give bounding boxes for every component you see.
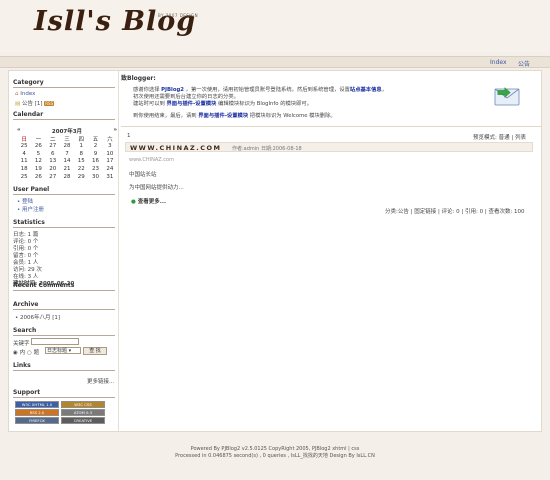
page-footer: Powered By PJBlog2 v2.5.0125 CopyRight 2… [0, 446, 550, 459]
nav-bar: Index 公告 [0, 56, 550, 68]
search-select[interactable]: 日志标题 ▾ [45, 347, 81, 354]
calendar-week-5: 25 26 27 28 29 30 31 [20, 173, 114, 180]
support-badge-xhtml[interactable]: W3C XHTML 1.0 [15, 401, 59, 408]
more-links[interactable]: 更多链接... [87, 377, 114, 385]
archive-item[interactable]: • 2006年八月 [1] [15, 313, 60, 321]
category-item-notice[interactable]: ▤ 公告 [1] RSS [15, 99, 55, 107]
links-title: Links [13, 362, 115, 371]
rss-badge[interactable]: RSS [44, 101, 55, 106]
main-container: Category ⌂ Index ▤ 公告 [1] RSS Calendar «… [8, 70, 542, 432]
post-footer: 分类:公告 | 固定链接 | 评论: 0 | 引用: 0 | 查看次数: 100 [385, 209, 525, 215]
archive-title: Archive [13, 301, 115, 310]
support-badge-atom[interactable]: ATOM 0.3 [61, 409, 105, 416]
header: Isll's Blog BY 2007 DESIGN [0, 0, 550, 52]
search-input[interactable] [31, 338, 79, 345]
recent-comments-title: Recent Comments [13, 282, 115, 291]
category-item-index[interactable]: ⌂ Index [15, 91, 35, 97]
module-settings-link-2[interactable]: 界面与插件-设置模块 [198, 113, 248, 119]
support-badge-rss[interactable]: RSS 2.0 [15, 409, 59, 416]
notice-line-4: 到你使用结束，最后，请到 界面与插件-设置模块 把模块标识为 Welcome 模… [133, 113, 336, 119]
folder-icon: ▤ [15, 101, 21, 107]
calendar-month: 2007年3月 [51, 129, 83, 135]
calendar-week-2: 4 5 6 7 8 9 10 [22, 150, 114, 157]
login-link[interactable]: • 登陆 [17, 197, 33, 205]
search-button[interactable]: 查 找 [83, 347, 107, 355]
calendar-weekdays: 日 一 二 三 四 五 六 [21, 137, 113, 143]
notice-title: 致Blogger: [121, 75, 156, 82]
support-badge-creative[interactable]: CREATIVE [61, 417, 105, 424]
search-label: 关键字 [13, 341, 30, 347]
category-title: Category [13, 79, 115, 88]
sidebar: Category ⌂ Index ▤ 公告 [1] RSS Calendar «… [9, 71, 119, 431]
calendar-week-4: 18 19 20 21 22 23 24 [20, 166, 114, 173]
notice-line-3: 建站时可以到 界面与插件-设置模块 编辑模块标识为 BlogInfo 的模块即可… [133, 101, 312, 107]
userpanel-title: User Panel [13, 186, 115, 195]
post-line-1: 中国站长站 [129, 172, 157, 178]
post-line-2: 为中国网站提供动力... [129, 185, 184, 191]
module-settings-link-1[interactable]: 界面与插件-设置模块 [166, 101, 216, 107]
post-title-bar: WWW.CHINAZ.COM 作者:admin 日期:2006-08-18 [125, 142, 533, 152]
post-url: www.CHINAZ.com [129, 157, 174, 163]
site-logo[interactable]: Isll's Blog [34, 6, 196, 37]
calendar-next-button[interactable]: » [113, 127, 117, 133]
nav-notice[interactable]: 公告 [518, 59, 530, 68]
content-divider [121, 126, 541, 127]
post-meta: 作者:admin 日期:2006-08-18 [232, 146, 302, 152]
statistics-title: Statistics [13, 219, 115, 228]
support-badge-css[interactable]: W3C CSS [61, 401, 105, 408]
logo-subtitle: BY 2007 DESIGN [158, 13, 199, 18]
content-area: 致Blogger: 感谢你选择 PJBlog2 ，第一次使用，请用初始管理员账号… [121, 71, 541, 431]
calendar: « 2007年3月 » 日 一 二 三 四 五 六 25 26 27 28 1 2 3 45… [17, 127, 117, 182]
search-title: Search [13, 327, 115, 336]
search-radio-title[interactable]: ○ 题 [27, 348, 39, 356]
calendar-week-3: 11 12 13 14 15 16 17 [20, 158, 114, 165]
nav-index[interactable]: Index [490, 59, 507, 66]
register-link[interactable]: • 用户注册 [17, 205, 44, 213]
read-more-link[interactable]: ● 查看更多... [131, 197, 166, 205]
calendar-week-1: 25 26 27 28 1 2 3 [20, 142, 112, 149]
calendar-prev-button[interactable]: « [17, 127, 21, 133]
view-mode[interactable]: 预览模式: 普通 | 列表 [473, 133, 526, 141]
support-badge-firefox[interactable]: FIREFOX [15, 417, 59, 424]
calendar-title: Calendar [13, 111, 115, 120]
support-title: Support [13, 389, 115, 398]
footer-line-2: Processed in 0.046875 second(s) , 0 quer… [175, 453, 375, 459]
read-more-icon: ● [131, 199, 136, 205]
post-title[interactable]: WWW.CHINAZ.COM [130, 144, 222, 152]
home-icon: ⌂ [15, 91, 19, 97]
page-number[interactable]: 1 [127, 133, 131, 139]
site-settings-link[interactable]: 站点基本信息 [350, 87, 382, 93]
mail-icon [494, 87, 520, 106]
search-radio-content[interactable]: ◉ 内 [13, 348, 25, 356]
